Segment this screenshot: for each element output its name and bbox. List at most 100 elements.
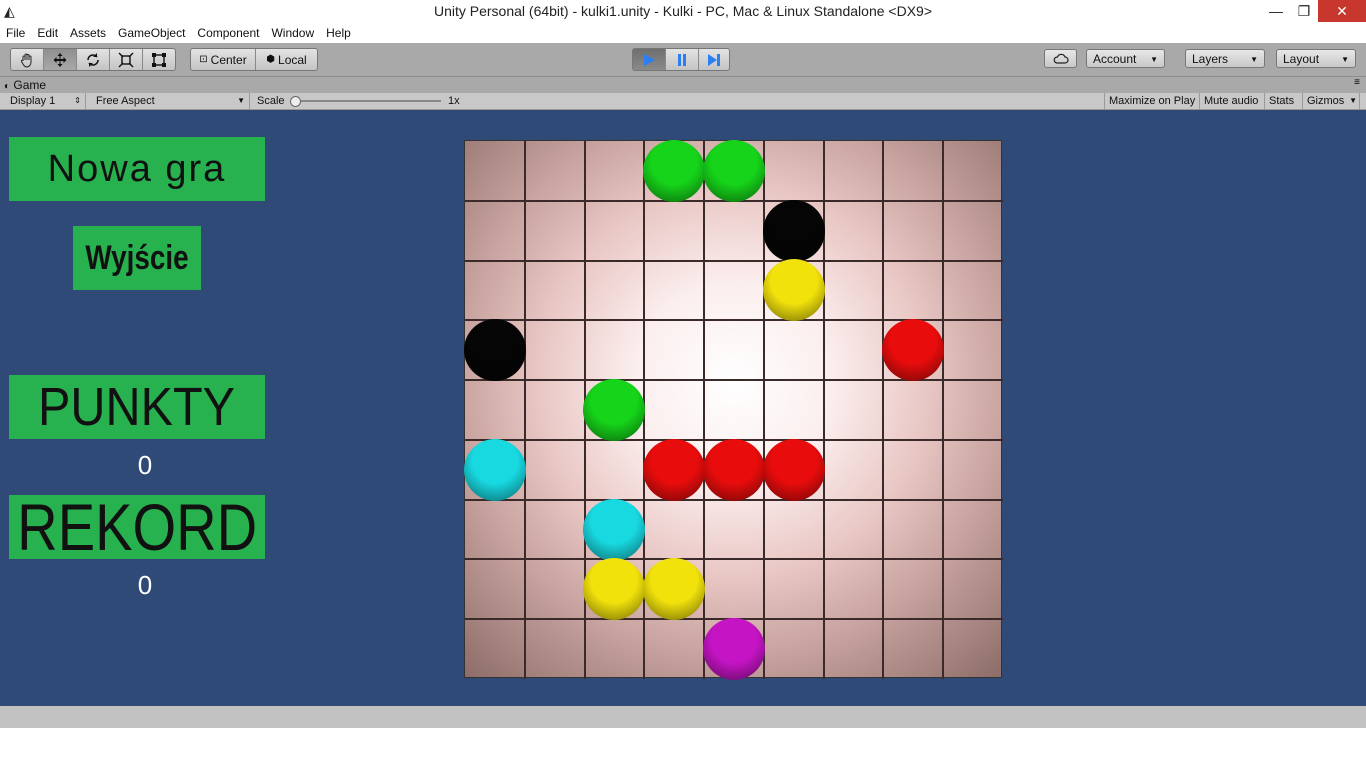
tab-game-label: Game: [13, 78, 47, 92]
board-grid-line: [465, 259, 1003, 262]
scale-slider-thumb[interactable]: [290, 96, 301, 107]
hand-tool-button[interactable]: [11, 49, 44, 70]
board-grid-line: [882, 141, 885, 679]
ball[interactable]: [882, 319, 945, 382]
close-button[interactable]: ✕: [1318, 0, 1366, 22]
menu-gameobject[interactable]: GameObject: [112, 23, 191, 43]
layout-dropdown[interactable]: Layout ▼: [1276, 49, 1356, 68]
menu-component[interactable]: Component: [191, 23, 265, 43]
record-value: 0: [137, 570, 153, 600]
rotate-icon: [87, 52, 99, 67]
layers-label: Layers: [1192, 52, 1229, 66]
game-view-controls: Display 1 ⇕ Free Aspect ▼ Scale 1x Maxim…: [0, 93, 1366, 110]
scale-tool-button[interactable]: [110, 49, 143, 70]
points-label: PUNKTY: [38, 377, 236, 437]
scale-value: 1x: [448, 95, 460, 107]
display-label: Display 1: [10, 95, 56, 107]
aspect-dropdown[interactable]: Free Aspect ▼: [92, 93, 250, 109]
record-label-box: REKORD: [9, 490, 265, 564]
pivot-toggles: ⊡ Center ⬢ Local: [190, 48, 318, 71]
layout-dropdown-arrow-icon: ▼: [1341, 55, 1349, 64]
game-tab-strip: ◐ Game ≡: [0, 77, 1366, 93]
hand-icon: [20, 53, 32, 68]
pause-button[interactable]: [666, 49, 699, 70]
record-label: REKORD: [16, 490, 258, 564]
account-dropdown[interactable]: Account ▼: [1086, 49, 1165, 68]
transform-tools: [10, 48, 176, 71]
move-icon: [53, 52, 67, 67]
pivot-local-label: Local: [278, 52, 307, 67]
new-game-label: Nowa gra: [47, 147, 227, 190]
menu-file[interactable]: File: [0, 23, 31, 43]
panel-menu-icon[interactable]: ≡: [1354, 77, 1360, 88]
ball[interactable]: [703, 139, 765, 202]
ball[interactable]: [703, 438, 765, 501]
menu-help[interactable]: Help: [320, 23, 357, 43]
main-toolbar: ⊡ Center ⬢ Local Account ▼ Layers ▼ Layout ▼: [0, 43, 1366, 77]
aspect-dropdown-arrow-icon: ▼: [237, 96, 245, 105]
mute-label: Mute audio: [1204, 95, 1259, 107]
layers-dropdown-arrow-icon: ▼: [1250, 55, 1258, 64]
menu-window[interactable]: Window: [265, 23, 320, 43]
ball[interactable]: [762, 259, 825, 322]
gizmos-label: Gizmos: [1307, 95, 1345, 107]
points-value: 0: [137, 450, 153, 480]
window-title: Unity Personal (64bit) - kulki1.unity - …: [433, 3, 932, 19]
gizmos-arrow-icon: ▼: [1349, 96, 1357, 105]
scale-icon: [118, 52, 134, 67]
local-cube-icon: ⬢: [266, 54, 276, 65]
bottom-panel: [0, 728, 1366, 768]
cloud-button[interactable]: [1044, 49, 1077, 68]
board-grid-line: [942, 141, 945, 679]
board-grid-line: [523, 141, 526, 679]
step-button[interactable]: [699, 49, 729, 70]
bottom-panel-header: [0, 706, 1366, 728]
ball[interactable]: [463, 319, 526, 382]
ball[interactable]: [762, 438, 825, 501]
rotate-tool-button[interactable]: [77, 49, 110, 70]
ball[interactable]: [762, 199, 825, 262]
move-tool-button[interactable]: [44, 49, 77, 70]
maximize-on-play-toggle[interactable]: Maximize on Play: [1104, 93, 1200, 109]
pivot-center-icon: ⊡: [199, 54, 208, 65]
gizmos-dropdown[interactable]: Gizmos ▼: [1303, 93, 1360, 109]
playback-controls: [632, 48, 730, 71]
display-stepper-icon: ⇕: [74, 96, 81, 105]
ball[interactable]: [583, 498, 646, 561]
rect-tool-button[interactable]: [143, 49, 175, 70]
menu-assets[interactable]: Assets: [64, 23, 112, 43]
cloud-icon: [1053, 53, 1069, 64]
ball[interactable]: [583, 558, 646, 621]
ball[interactable]: [703, 618, 765, 681]
menu-edit[interactable]: Edit: [31, 23, 64, 43]
stats-toggle[interactable]: Stats: [1265, 93, 1303, 109]
new-game-button[interactable]: Nowa gra: [9, 137, 265, 201]
game-board[interactable]: [463, 139, 1003, 681]
ball[interactable]: [643, 558, 706, 621]
game-view: Nowa gra Wyjście PUNKTY 0 REKORD 0: [0, 110, 1366, 706]
exit-button[interactable]: Wyjście: [73, 226, 201, 290]
ball[interactable]: [643, 139, 706, 202]
ball[interactable]: [583, 379, 646, 441]
game-controller-icon: ◐: [4, 81, 11, 92]
display-dropdown[interactable]: Display 1 ⇕: [6, 93, 86, 109]
ball[interactable]: [643, 438, 706, 501]
exit-label: Wyjście: [85, 238, 189, 277]
ball[interactable]: [463, 438, 526, 501]
layers-dropdown[interactable]: Layers ▼: [1185, 49, 1265, 68]
pivot-local-button[interactable]: ⬢ Local: [256, 49, 317, 70]
aspect-label: Free Aspect: [96, 95, 155, 107]
maximize-label: Maximize on Play: [1109, 95, 1196, 107]
scale-slider-track[interactable]: [293, 100, 441, 102]
scale-label: Scale: [257, 95, 285, 107]
window-title-bar: ◭ Unity Personal (64bit) - kulki1.unity …: [0, 0, 1366, 23]
play-button[interactable]: [633, 49, 666, 70]
board-grid-line: [465, 558, 1003, 561]
account-dropdown-arrow-icon: ▼: [1150, 55, 1158, 64]
pivot-center-button[interactable]: ⊡ Center: [191, 49, 256, 70]
layout-label: Layout: [1283, 52, 1320, 66]
menu-bar: File Edit Assets GameObject Component Window H…: [0, 23, 1366, 43]
stats-label: Stats: [1269, 95, 1295, 107]
mute-audio-toggle[interactable]: Mute audio: [1200, 93, 1265, 109]
play-icon: [644, 53, 655, 66]
